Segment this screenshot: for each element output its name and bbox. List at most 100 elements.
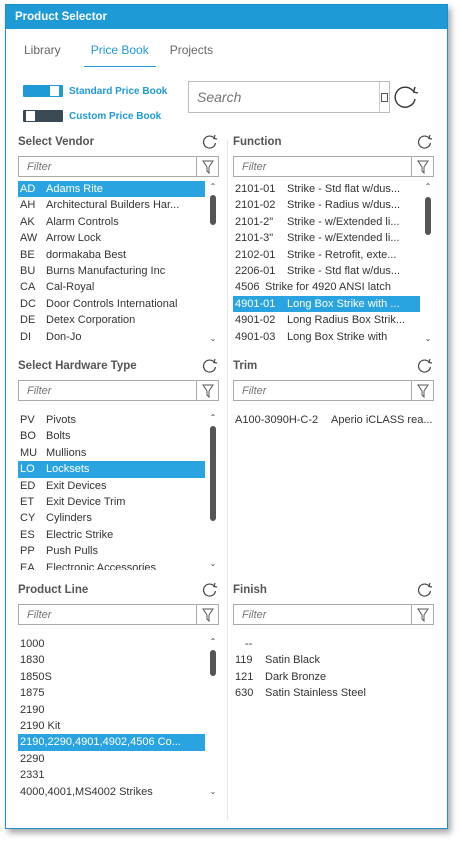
list-item[interactable]: PP Push Pulls — [18, 543, 205, 559]
list-item[interactable]: 4901-03 Long Box Strike with — [233, 329, 420, 345]
function-title: Function — [233, 136, 282, 148]
vendor-scrollbar[interactable]: ⌃ ⌄ — [207, 181, 219, 345]
function-filter-funnel-icon[interactable] — [411, 157, 433, 176]
trim-filter-input[interactable] — [234, 381, 411, 400]
scroll-thumb[interactable] — [210, 195, 216, 225]
product-line-refresh-icon[interactable] — [201, 581, 219, 602]
function-scrollbar[interactable]: ⌃ ⌄ — [422, 181, 434, 345]
product-line-scrollbar[interactable]: ⌃ ⌄ — [207, 636, 219, 798]
list-item[interactable]: MU Mullions — [18, 445, 205, 461]
list-item[interactable]: -- — [233, 636, 434, 652]
product-line-filter-input[interactable] — [19, 605, 196, 624]
refresh-all-icon[interactable] — [391, 83, 421, 114]
scroll-up-icon[interactable]: ⌃ — [207, 412, 219, 424]
custom-price-book-toggle-row[interactable]: Custom Price Book — [23, 110, 161, 122]
list-item[interactable]: LO Locksets — [18, 461, 205, 478]
list-item[interactable]: 1000 — [18, 636, 205, 652]
list-item[interactable]: DE Detex Corporation — [18, 312, 205, 328]
list-item[interactable]: AW Arrow Lock — [18, 230, 205, 246]
finish-filter-input[interactable] — [234, 605, 411, 624]
list-item[interactable]: 2101-2" Strike - w/Extended li... — [233, 214, 420, 230]
standard-price-book-toggle-row[interactable]: Standard Price Book — [23, 85, 167, 97]
list-item[interactable]: 4901-01 Long Box Strike with ... — [233, 295, 420, 313]
product-line-section: Product Line 1000 1830 1850S 1875 2190 2… — [18, 581, 219, 804]
hardware-scrollbar[interactable]: ⌃ ⌄ — [207, 412, 219, 570]
hardware-title: Select Hardware Type — [18, 360, 137, 372]
list-item[interactable]: 2331 — [18, 767, 205, 783]
list-item[interactable]: 2190 Kit — [18, 718, 205, 734]
list-item[interactable]: 1875 — [18, 685, 205, 701]
vendor-filter-input[interactable] — [19, 157, 196, 176]
vendor-filter-funnel-icon[interactable] — [196, 157, 218, 176]
function-refresh-icon[interactable] — [416, 133, 434, 154]
list-item[interactable]: 1830 — [18, 652, 205, 668]
scroll-thumb[interactable] — [210, 426, 216, 521]
window-title: Product Selector — [6, 5, 447, 29]
custom-price-book-label: Custom Price Book — [69, 110, 162, 122]
list-item[interactable]: 2290 — [18, 751, 205, 767]
list-item[interactable]: A100-3090H-C-2 Aperio iCLASS rea... — [233, 412, 434, 428]
list-item[interactable]: 1850S — [18, 669, 205, 685]
list-item[interactable]: BU Burns Manufacturing Inc — [18, 263, 205, 279]
list-item[interactable]: DI Don-Jo — [18, 329, 205, 345]
scroll-down-icon[interactable]: ⌄ — [207, 333, 219, 345]
list-item[interactable]: 2190,2290,4901,4902,4506 Co... — [18, 734, 205, 751]
list-item[interactable]: BO Bolts — [18, 428, 205, 444]
hardware-filter-input[interactable] — [19, 381, 196, 400]
finish-filter-funnel-icon[interactable] — [411, 605, 433, 624]
list-item[interactable]: ET Exit Device Trim — [18, 494, 205, 510]
clear-search-icon[interactable] — [379, 82, 389, 112]
list-item[interactable]: 4901-02 Long Radius Box Strik... — [233, 312, 420, 328]
list-item[interactable]: 4000,4001,MS4002 Strikes — [18, 784, 205, 800]
hardware-refresh-icon[interactable] — [201, 357, 219, 378]
scroll-thumb[interactable] — [425, 197, 431, 235]
trim-section: Trim A100-3090H-C-2Aperio iCLASS rea... — [233, 357, 434, 570]
list-item[interactable]: 2101-02 Strike - Radius w/dus... — [233, 197, 420, 213]
custom-price-book-toggle[interactable] — [23, 110, 63, 122]
scroll-up-icon[interactable]: ⌃ — [422, 181, 434, 193]
search-box — [188, 81, 390, 113]
list-item[interactable]: AH Architectural Builders Har... — [18, 197, 205, 213]
vendor-refresh-icon[interactable] — [201, 133, 219, 154]
function-filter-input[interactable] — [234, 157, 411, 176]
list-item[interactable]: 119 Satin Black — [233, 652, 434, 668]
list-item[interactable]: ED Exit Devices — [18, 478, 205, 494]
trim-list: A100-3090H-C-2 Aperio iCLASS rea... — [233, 412, 434, 452]
list-item[interactable]: DC Door Controls International — [18, 296, 205, 312]
search-input[interactable] — [189, 82, 379, 112]
trim-refresh-icon[interactable] — [416, 357, 434, 378]
vendor-list: AD Adams Rite AH Architectural Builders Ha… — [18, 181, 205, 345]
list-item[interactable]: 2206-01 Strike - Std flat w/dus... — [233, 263, 420, 279]
list-item[interactable]: CA Cal-Royal — [18, 279, 205, 295]
scroll-up-icon[interactable]: ⌃ — [207, 636, 219, 648]
product-line-filter-funnel-icon[interactable] — [196, 605, 218, 624]
list-item[interactable]: ES Electric Strike — [18, 527, 205, 543]
trim-filter-funnel-icon[interactable] — [411, 381, 433, 400]
scroll-thumb[interactable] — [210, 650, 216, 676]
list-item[interactable]: 2102-01 Strike - Retrofit, exte... — [233, 247, 420, 263]
list-item[interactable]: 4506 Strike for 4920 ANSI latch — [233, 279, 420, 295]
hardware-filter-funnel-icon[interactable] — [196, 381, 218, 400]
scroll-down-icon[interactable]: ⌄ — [207, 558, 219, 570]
tab-price-book[interactable]: Price Book — [83, 41, 156, 67]
list-item[interactable]: 630 Satin Stainless Steel — [233, 685, 434, 701]
list-item[interactable]: 2190 — [18, 702, 205, 718]
function-list: 2101-01 Strike - Std flat w/dus... 2101-0… — [233, 181, 420, 345]
tab-library[interactable]: Library — [24, 41, 70, 67]
tab-projects[interactable]: Projects — [170, 41, 222, 67]
list-item[interactable]: BE dormakaba Best — [18, 247, 205, 263]
standard-price-book-toggle[interactable] — [23, 85, 63, 97]
function-section: Function 2101-01Strike - Std flat w/dus.… — [233, 133, 434, 346]
list-item[interactable]: 121 Dark Bronze — [233, 669, 434, 685]
list-item[interactable]: AK Alarm Controls — [18, 214, 205, 230]
list-item[interactable]: PV Pivots — [18, 412, 205, 428]
list-item[interactable]: EA Electronic Accessories — [18, 560, 205, 570]
scroll-up-icon[interactable]: ⌃ — [207, 181, 219, 193]
scroll-down-icon[interactable]: ⌄ — [207, 786, 219, 798]
list-item[interactable]: CY Cylinders — [18, 510, 205, 526]
list-item[interactable]: 2101-01 Strike - Std flat w/dus... — [233, 181, 420, 197]
list-item[interactable]: 2101-3" Strike - w/Extended li... — [233, 230, 420, 246]
scroll-down-icon[interactable]: ⌄ — [422, 333, 434, 345]
finish-refresh-icon[interactable] — [416, 581, 434, 602]
list-item[interactable]: AD Adams Rite — [18, 181, 205, 198]
